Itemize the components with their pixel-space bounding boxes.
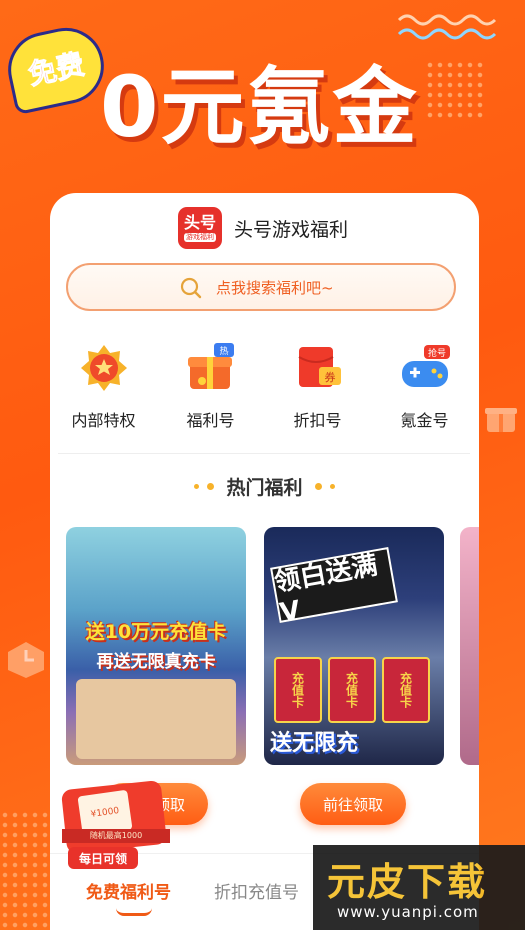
dots-decoration <box>425 60 485 120</box>
game-promo-bottom: 送无限充 <box>270 731 359 756</box>
site-watermark: 元皮下载 www.yuanpi.com <box>313 845 525 930</box>
category-krypton-account[interactable]: 抢号 氪金号 <box>371 341 478 431</box>
free-badge-text: 免费 <box>25 47 88 92</box>
tab-free-welfare[interactable]: 免费福利号 <box>86 878 171 903</box>
game-card-2[interactable]: 领白送满V 充值卡 充值卡 充值卡 送无限充 <box>264 527 444 765</box>
divider <box>58 453 470 454</box>
app-logo: 头号 游戏福利 <box>178 207 222 249</box>
app-name: 头号游戏福利 <box>234 218 349 241</box>
category-row: 内部特权 热 福利号 券 折扣号 抢号 氪金号 <box>50 341 479 431</box>
claim-button-2[interactable]: 前往领取 <box>300 783 406 825</box>
category-badge: 抢号 <box>427 347 445 359</box>
category-welfare-account[interactable]: 热 福利号 <box>157 341 264 431</box>
crown-medal-icon <box>80 345 127 391</box>
recharge-cards: 充值卡 充值卡 充值卡 <box>274 657 430 723</box>
recharge-card: 充值卡 <box>274 657 322 723</box>
app-logo-text: 头号 <box>183 213 216 232</box>
category-discount-account[interactable]: 券 折扣号 <box>264 341 371 431</box>
tab-discount-recharge[interactable]: 折扣充值号 <box>214 878 299 903</box>
search-bar[interactable]: 点我搜索福利吧~ <box>66 263 456 311</box>
watermark-title: 元皮下载 <box>327 860 488 904</box>
game-panel-image <box>76 679 236 759</box>
app-logo-sub: 游戏福利 <box>184 233 216 242</box>
banner-title: 0元氪金 <box>100 58 419 156</box>
category-internal-privilege[interactable]: 内部特权 <box>50 341 157 431</box>
brand-header: 头号 游戏福利 头号游戏福利 <box>178 207 348 249</box>
gift-box-icon: 热 <box>187 343 234 389</box>
recharge-card: 充值卡 <box>328 657 376 723</box>
section-title: 热门福利 <box>226 477 303 499</box>
promo-tag: 每日可领 <box>68 847 138 869</box>
game-promo-line1: 送10万元充值卡 <box>85 621 227 643</box>
watermark-url: www.yuanpi.com <box>337 903 479 921</box>
category-label: 折扣号 <box>293 411 342 430</box>
daily-promo-widget[interactable]: ¥1000 随机最高1000 每日可领 <box>60 779 172 875</box>
gift-decoration-icon <box>485 408 517 432</box>
game-promo-top: 领白送满V <box>270 547 398 628</box>
clock-decoration-icon <box>8 642 44 678</box>
promo-ribbon: 随机最高1000 <box>62 829 170 843</box>
game-promo-line2: 再送无限真充卡 <box>96 652 216 672</box>
category-label: 氪金号 <box>400 411 449 430</box>
game-card-3[interactable] <box>460 527 479 765</box>
search-icon <box>180 277 202 299</box>
category-badge: 热 <box>219 345 228 357</box>
category-badge: 券 <box>324 370 335 384</box>
category-label: 福利号 <box>186 411 235 430</box>
free-badge: 免费 <box>1 20 111 116</box>
search-placeholder: 点我搜索福利吧~ <box>216 278 334 297</box>
section-header: 热门福利 <box>50 473 479 500</box>
red-envelope-icon: 券 <box>297 347 341 387</box>
active-tab-indicator <box>116 908 152 916</box>
recharge-card: 充值卡 <box>382 657 430 723</box>
game-card-1[interactable]: 送10万元充值卡 再送无限真充卡 <box>66 527 246 765</box>
wave-decoration-icon <box>397 14 497 40</box>
category-label: 内部特权 <box>71 411 136 430</box>
gamepad-icon: 抢号 <box>401 345 450 387</box>
